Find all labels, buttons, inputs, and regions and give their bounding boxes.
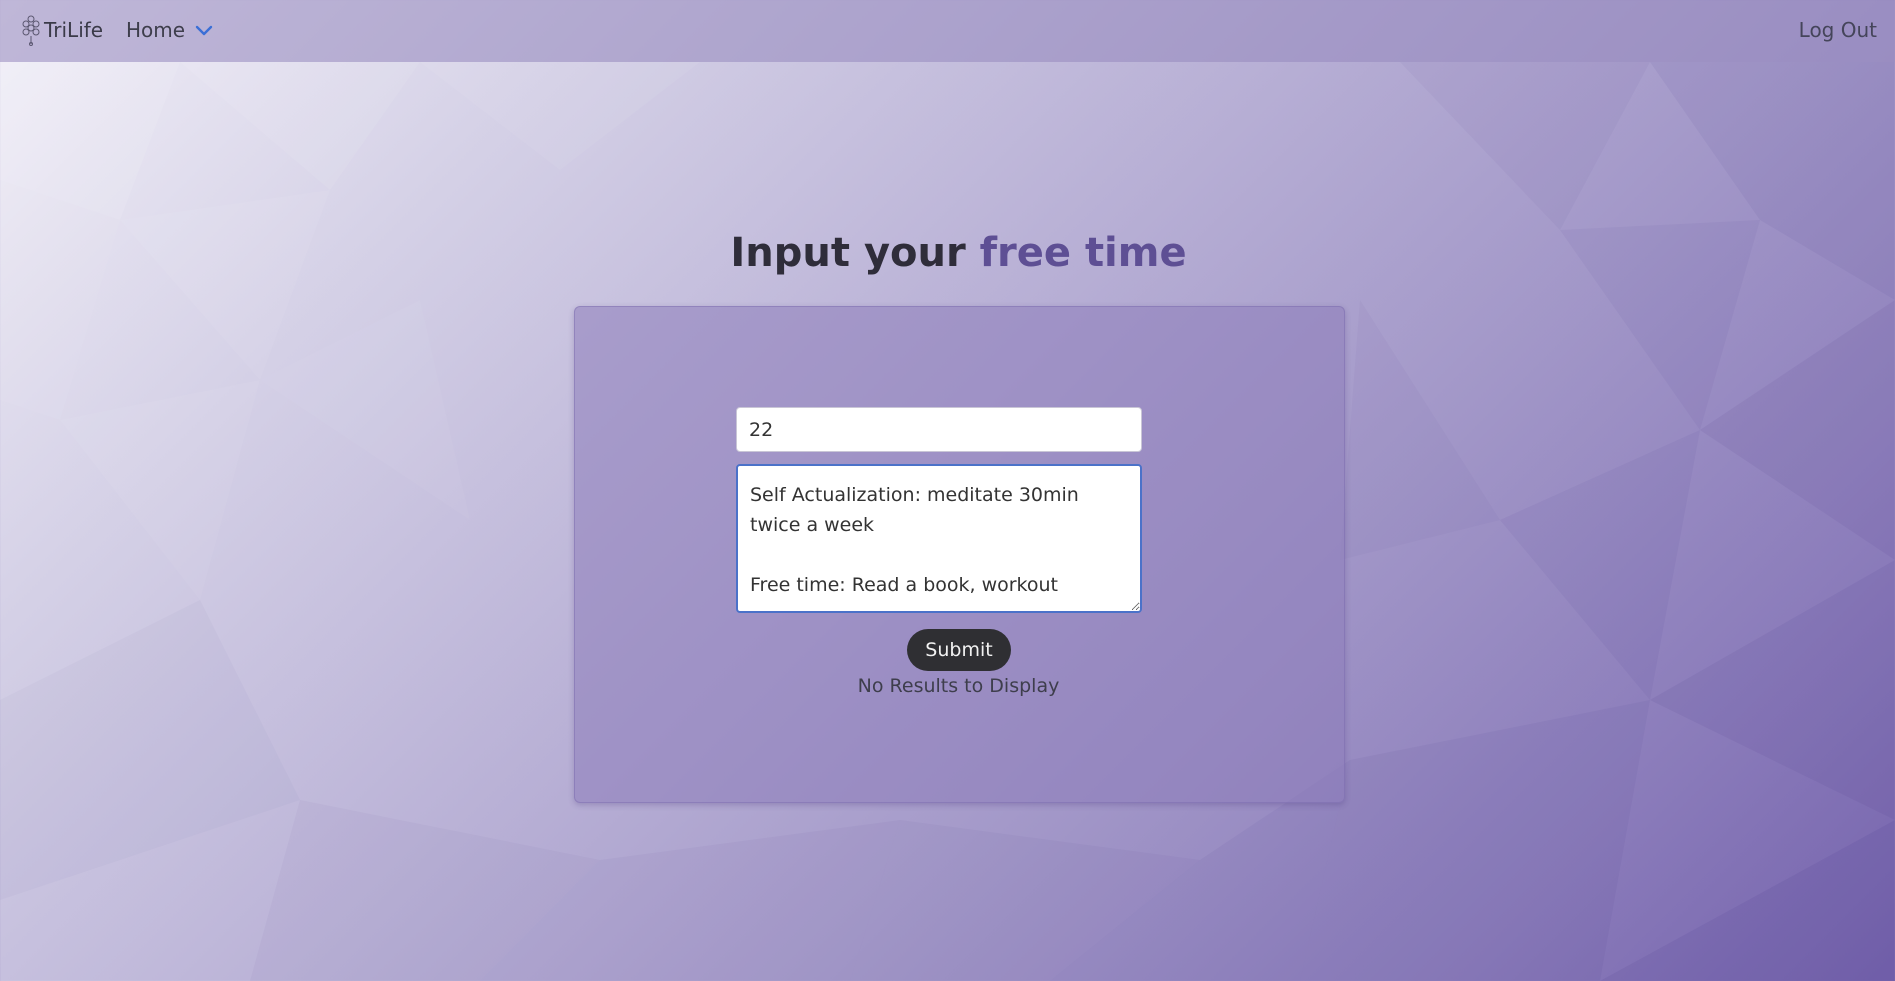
submit-button[interactable]: Submit xyxy=(907,629,1011,671)
page-title-accent: free time xyxy=(979,230,1187,276)
results-status: No Results to Display xyxy=(857,675,1060,697)
logout-link[interactable]: Log Out xyxy=(1799,18,1877,42)
home-label: Home xyxy=(126,18,186,42)
top-navbar: TriLife Home Log Out xyxy=(0,0,1895,62)
page-title-prefix: Input your xyxy=(730,230,980,276)
lotus-logo-icon xyxy=(22,15,40,46)
page-title: Input your free time xyxy=(0,230,1895,276)
goals-textarea[interactable]: Self Actualization: meditate 30min twice… xyxy=(736,464,1142,613)
brand[interactable]: TriLife xyxy=(20,14,103,46)
home-dropdown[interactable]: Home xyxy=(126,18,213,42)
chevron-down-icon xyxy=(195,25,213,36)
brand-name: TriLife xyxy=(44,18,104,42)
hours-input[interactable] xyxy=(736,407,1142,452)
